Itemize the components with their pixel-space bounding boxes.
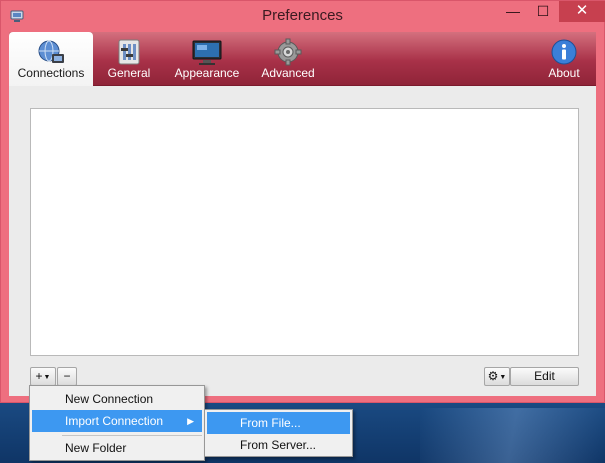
minus-icon: − (63, 369, 71, 383)
plus-icon: + (35, 369, 43, 383)
minimize-button[interactable]: — (499, 1, 527, 22)
menu-item-new-folder[interactable]: New Folder (32, 437, 202, 459)
title-bar[interactable]: Preferences — ☐ ✕ (1, 1, 605, 31)
tab-connections-label: Connections (17, 66, 85, 80)
tab-advanced-label: Advanced (261, 66, 315, 80)
tab-general[interactable]: General (101, 32, 157, 86)
dropdown-arrow-icon: ▼ (43, 374, 51, 381)
desktop-wallpaper-streak (420, 408, 605, 463)
menu-item-new-connection[interactable]: New Connection (32, 388, 202, 410)
remove-connection-button[interactable]: − (57, 367, 77, 386)
tab-general-label: General (107, 66, 151, 80)
dropdown-arrow-icon: ▼ (499, 374, 507, 381)
tab-about[interactable]: About (536, 32, 592, 86)
menu-item-import-connection[interactable]: Import Connection ▶ (32, 410, 202, 432)
add-connection-button[interactable]: +▼ (30, 367, 56, 386)
tab-appearance-label: Appearance (174, 66, 240, 80)
submenu-arrow-icon: ▶ (187, 416, 194, 426)
import-submenu: From File... From Server... (204, 409, 353, 457)
info-icon (549, 38, 579, 66)
close-button[interactable]: ✕ (559, 1, 605, 22)
tab-advanced[interactable]: Advanced (255, 32, 321, 86)
general-icon (114, 38, 144, 66)
menu-item-from-server[interactable]: From Server... (207, 434, 350, 456)
menu-item-from-file[interactable]: From File... (207, 412, 350, 434)
tab-connections[interactable]: Connections (9, 32, 93, 86)
connections-icon (36, 38, 66, 66)
tab-about-label: About (548, 66, 580, 80)
preferences-window: Preferences — ☐ ✕ Connections General Ap… (0, 0, 605, 403)
tab-appearance[interactable]: Appearance (169, 32, 245, 86)
appearance-icon (192, 38, 222, 66)
gear-icon: ⚙ (487, 369, 499, 383)
actions-gear-button[interactable]: ⚙▼ (484, 367, 510, 386)
maximize-button[interactable]: ☐ (529, 1, 557, 22)
preferences-toolbar: Connections General Appearance Advanced … (9, 32, 596, 86)
menu-item-import-connection-label: Import Connection (65, 414, 164, 428)
add-menu: New Connection Import Connection ▶ New F… (29, 385, 205, 461)
connections-list[interactable] (30, 108, 579, 356)
advanced-gear-icon (273, 38, 303, 66)
menu-separator (62, 435, 202, 436)
connections-panel: +▼ − ⚙▼ Edit (9, 86, 596, 396)
edit-button[interactable]: Edit (510, 367, 579, 386)
